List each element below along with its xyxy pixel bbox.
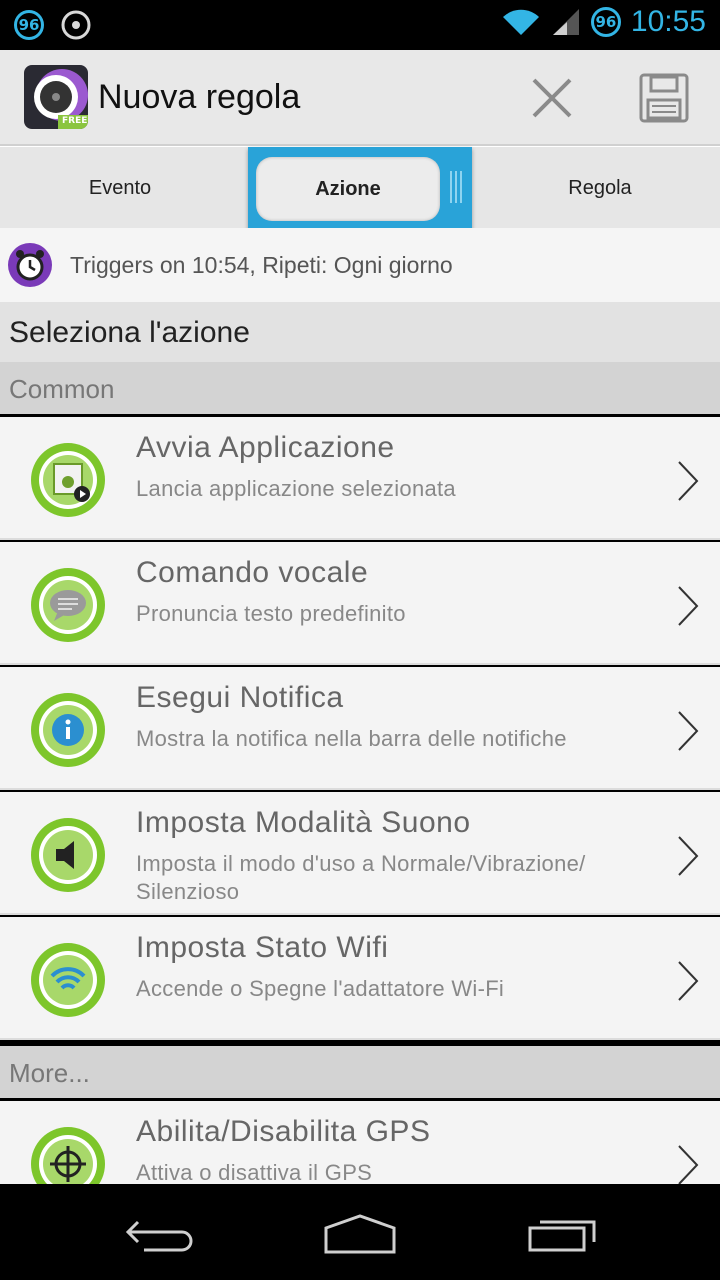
action-item-imposta-modalita-suono[interactable]: Imposta Modalità Suono Imposta il modo d…	[0, 792, 720, 915]
chevron-right-icon	[678, 1145, 699, 1185]
item-title: Imposta Stato Wifi	[136, 931, 389, 964]
action-item-avvia-applicazione[interactable]: Avvia Applicazione Lancia applicazione s…	[0, 417, 720, 540]
tab-evento[interactable]: Evento	[0, 147, 240, 229]
back-button[interactable]	[124, 1214, 196, 1254]
grip-icon	[450, 171, 464, 203]
trigger-text: Triggers on 10:54, Ripeti: Ogni giorno	[70, 251, 453, 278]
info-icon	[31, 693, 105, 767]
chevron-right-icon	[678, 461, 699, 501]
chevron-right-icon	[678, 836, 699, 876]
recents-button[interactable]	[526, 1214, 598, 1254]
action-item-comando-vocale[interactable]: Comando vocale Pronuncia testo predefini…	[0, 542, 720, 665]
clock: 10:55	[630, 5, 706, 38]
trigger-summary[interactable]: Triggers on 10:54, Ripeti: Ogni giorno	[0, 228, 720, 302]
app-logo-icon: FREE	[24, 65, 88, 129]
free-label: FREE	[62, 116, 88, 126]
wifi-signal-icon	[502, 9, 539, 35]
item-subtitle: Mostra la notifica nella barra delle not…	[136, 726, 567, 751]
item-title: Abilita/Disabilita GPS	[136, 1115, 431, 1148]
group-header-more: More...	[0, 1046, 720, 1098]
tab-azione[interactable]: Azione	[248, 147, 472, 233]
action-item-esegui-notifica[interactable]: Esegui Notifica Mostra la notifica nella…	[0, 667, 720, 790]
tab-regola[interactable]: Regola	[480, 147, 720, 229]
sync-icon	[61, 10, 91, 40]
item-title: Imposta Modalità Suono	[136, 806, 471, 839]
item-subtitle: Pronuncia testo predefinito	[136, 601, 406, 626]
navigation-bar	[0, 1184, 720, 1280]
close-icon	[532, 78, 572, 118]
launch-app-icon	[31, 443, 105, 517]
chevron-right-icon	[678, 961, 699, 1001]
item-subtitle: Accende o Spegne l'adattatore Wi-Fi	[136, 976, 505, 1001]
notification-badge-right: 96	[590, 7, 621, 37]
item-title: Esegui Notifica	[136, 681, 344, 714]
item-subtitle: Imposta il modo d'uso a Normale/Vibrazio…	[136, 851, 586, 904]
save-button[interactable]	[636, 70, 692, 126]
chevron-right-icon	[678, 711, 699, 751]
tab-bar: Evento Azione Regola	[0, 146, 720, 233]
chevron-right-icon	[678, 586, 699, 626]
item-title: Comando vocale	[136, 556, 369, 589]
action-item-imposta-stato-wifi[interactable]: Imposta Stato Wifi Accende o Spegne l'ad…	[0, 917, 720, 1040]
group-header-common: Common	[0, 362, 720, 414]
home-button[interactable]	[322, 1212, 398, 1256]
cell-signal-icon	[552, 9, 579, 35]
status-bar: 96 96 10:55	[0, 0, 720, 50]
alarm-clock-icon	[8, 243, 52, 287]
page-title: Nuova regola	[98, 78, 301, 116]
item-title: Avvia Applicazione	[136, 431, 395, 464]
action-bar: FREE Nuova regola	[0, 50, 720, 146]
speaker-icon	[31, 818, 105, 892]
notification-badge: 96	[14, 10, 44, 40]
section-title: Seleziona l'azione	[0, 302, 720, 362]
speech-bubble-icon	[31, 568, 105, 642]
wifi-icon	[31, 943, 105, 1017]
item-subtitle: Attiva o disattiva il GPS	[136, 1160, 373, 1185]
cancel-button[interactable]	[524, 70, 580, 126]
save-icon	[639, 73, 689, 123]
item-subtitle: Lancia applicazione selezionata	[136, 476, 456, 501]
